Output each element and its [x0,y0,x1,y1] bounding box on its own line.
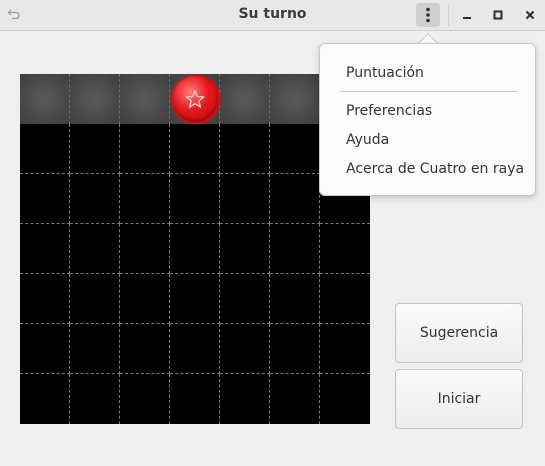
board-cell[interactable] [20,124,70,174]
hint-button[interactable]: Sugerencia [395,303,523,363]
menu-item-about[interactable]: Acerca de Cuatro en raya [346,161,524,177]
board-cell[interactable] [120,174,170,224]
start-button[interactable]: Iniciar [395,369,523,429]
board-cell[interactable] [170,274,220,324]
board-cell[interactable] [220,274,270,324]
header-bar: Su turno [0,0,545,31]
minimize-button[interactable] [456,4,478,26]
board-cell[interactable] [120,274,170,324]
board-cell[interactable] [220,124,270,174]
maximize-button[interactable] [487,4,509,26]
board-cell[interactable] [270,374,320,424]
board-cell[interactable] [20,274,70,324]
board-cell[interactable] [20,174,70,224]
drop-slot[interactable] [20,74,70,124]
menu-separator [340,91,517,92]
minimize-icon [463,17,471,19]
board-cell[interactable] [70,174,120,224]
menu-item-scores[interactable]: Puntuación [346,65,424,81]
vertical-dots-icon [426,7,430,23]
board-cell[interactable] [20,324,70,374]
board-cell[interactable] [270,324,320,374]
star-icon [185,89,205,108]
drop-slot[interactable] [70,74,120,124]
board-cell[interactable] [220,374,270,424]
drop-slot[interactable] [270,74,320,124]
board-cell[interactable] [220,224,270,274]
close-button[interactable] [519,4,541,26]
board-cell[interactable] [270,174,320,224]
game-board[interactable] [20,74,370,424]
board-cell[interactable] [220,174,270,224]
board-cell[interactable] [320,274,370,324]
board-cell[interactable] [170,374,220,424]
board-cell[interactable] [120,324,170,374]
board-cell[interactable] [70,224,120,274]
main-menu-button[interactable] [416,3,440,27]
board-cell[interactable] [170,224,220,274]
board-cell[interactable] [170,124,220,174]
close-icon [525,10,535,20]
board-cell[interactable] [270,274,320,324]
board-cell[interactable] [320,224,370,274]
board-cell[interactable] [20,374,70,424]
undo-icon [7,9,20,20]
drop-slot[interactable] [120,74,170,124]
app-window: Su turno Sugerencia Iniciar Puntuación P… [0,0,545,466]
board-cell[interactable] [320,324,370,374]
board-cell[interactable] [270,224,320,274]
board-cell[interactable] [220,324,270,374]
main-menu-popover: Puntuación Preferencias Ayuda Acerca de … [319,43,536,196]
board-grid[interactable] [20,124,370,424]
board-cell[interactable] [170,174,220,224]
board-cell[interactable] [70,374,120,424]
board-cell[interactable] [270,124,320,174]
board-cell[interactable] [120,124,170,174]
menu-item-preferences[interactable]: Preferencias [346,103,432,119]
board-cell[interactable] [120,374,170,424]
menu-item-help[interactable]: Ayuda [346,132,389,148]
drop-slot[interactable] [220,74,270,124]
board-cell[interactable] [170,324,220,374]
header-separator [448,5,449,26]
board-cell[interactable] [70,324,120,374]
current-player-chip[interactable] [172,76,218,122]
board-cell[interactable] [70,124,120,174]
board-cell[interactable] [20,224,70,274]
maximize-icon [493,10,503,20]
undo-button[interactable] [4,4,24,24]
board-cell[interactable] [120,224,170,274]
board-cell[interactable] [70,274,120,324]
board-cell[interactable] [320,374,370,424]
